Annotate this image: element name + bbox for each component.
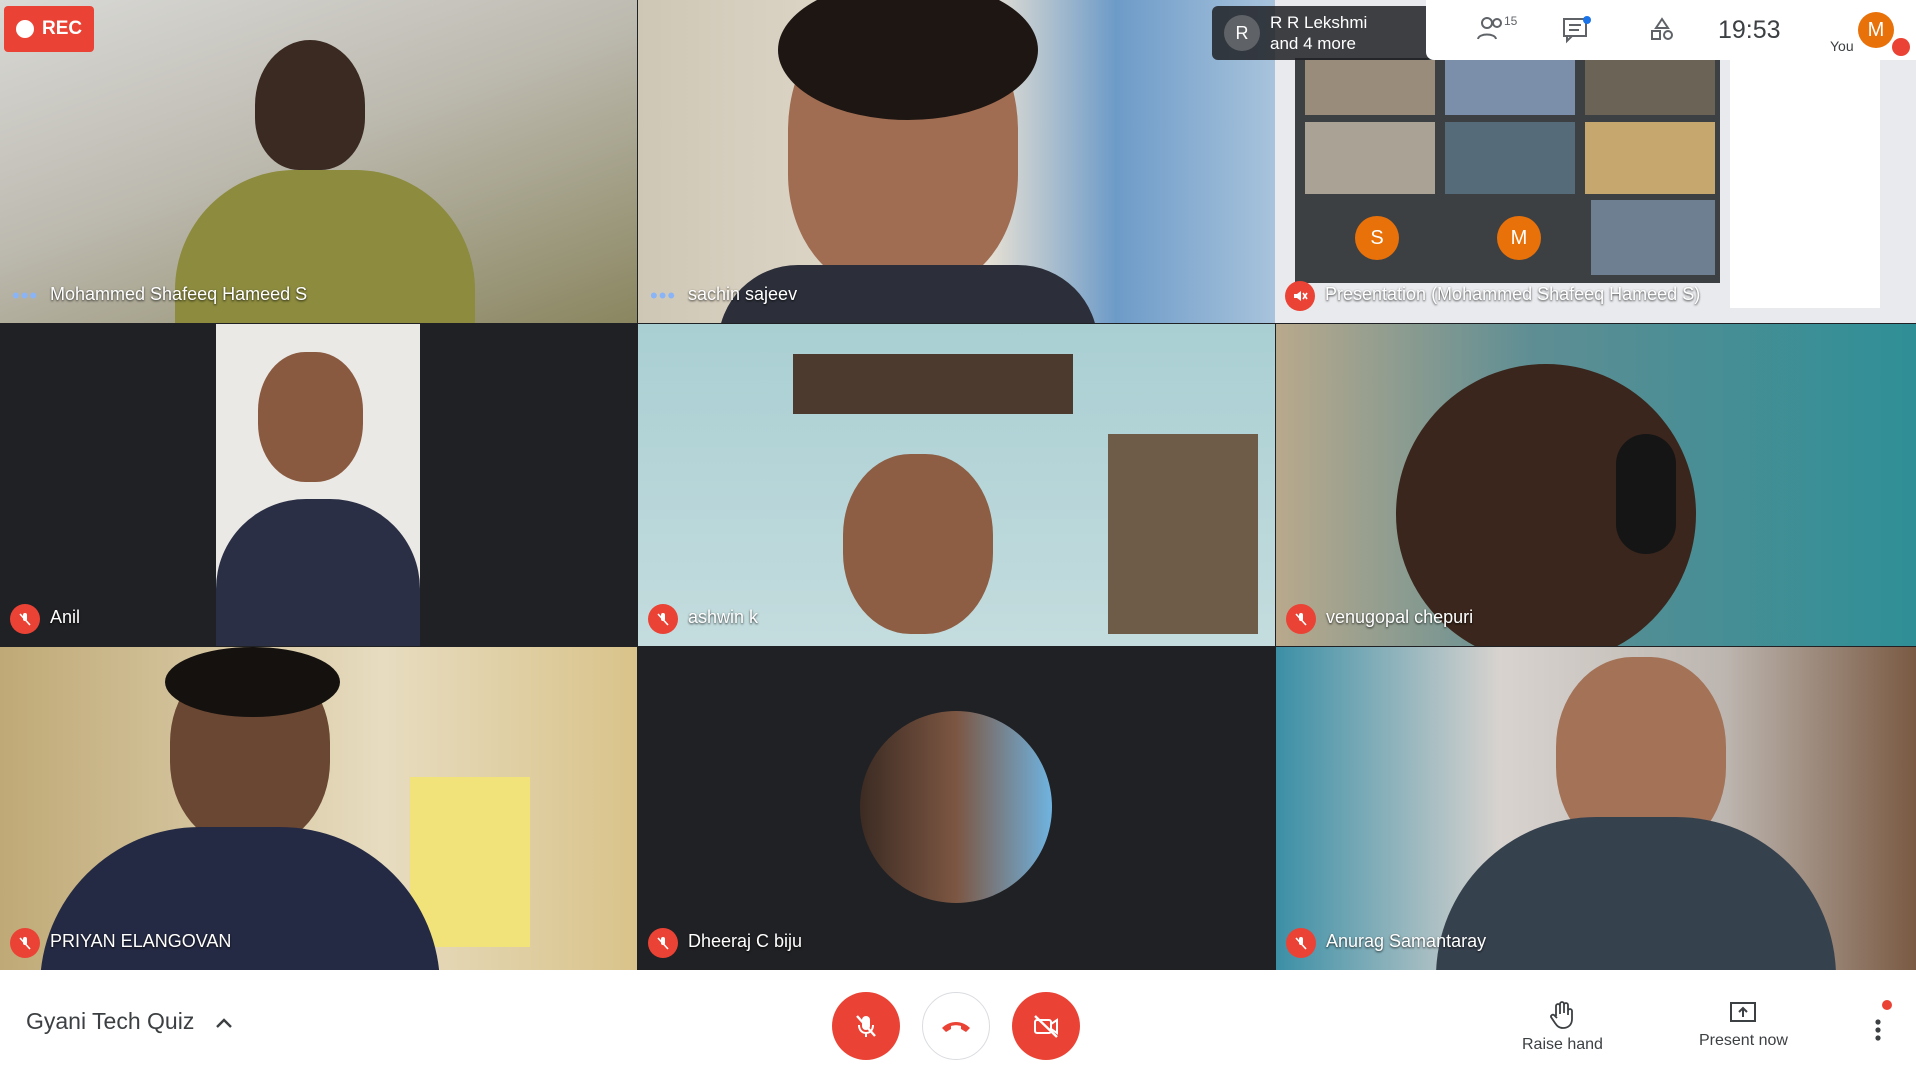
activities-icon [1651, 17, 1673, 40]
meeting-details-button[interactable]: Gyani Tech Quiz [26, 1008, 233, 1035]
chat-button[interactable] [1561, 16, 1591, 49]
presentation-thumb [1305, 122, 1435, 194]
speaking-indicator-icon: ••• [650, 283, 677, 308]
activities-button[interactable] [1648, 16, 1676, 49]
self-avatar[interactable]: M [1858, 12, 1894, 48]
participant-video [843, 454, 993, 634]
others-avatar: R [1224, 15, 1260, 51]
headphones [1616, 434, 1676, 554]
speaking-indicator-icon: ••• [12, 283, 39, 308]
participant-tile[interactable]: ashwin k [638, 324, 1275, 646]
self-mic-off-icon [1892, 38, 1910, 56]
raise-hand-icon [1550, 1001, 1574, 1029]
clock: 19:53 [1718, 16, 1781, 44]
participant-name: Dheeraj C biju [688, 931, 803, 951]
participant-tile[interactable]: ••• sachin sajeev [638, 0, 1275, 323]
people-icon [1477, 17, 1502, 40]
participant-video-face [258, 352, 363, 482]
mic-toggle-button[interactable] [832, 992, 900, 1060]
meeting-title: Gyani Tech Quiz [26, 1008, 195, 1034]
recording-label: REC [42, 18, 83, 39]
presentation-people-panel [1730, 58, 1880, 308]
participant-name: sachin sajeev [688, 284, 798, 304]
participant-video-body [1436, 817, 1836, 970]
raise-hand-label: Raise hand [1522, 1036, 1603, 1053]
presentation-avatar: S [1355, 216, 1399, 260]
mic-off-icon [10, 928, 40, 958]
participant-name: Anil [50, 607, 81, 627]
top-info-bar: 15 19:53 M You [1426, 0, 1916, 60]
mic-off-icon [1286, 604, 1316, 634]
video-grid: REC ••• Mohammed Shafeeq Hameed S ••• sa… [0, 0, 1916, 970]
people-count: 15 [1504, 14, 1518, 28]
others-more: and 4 more [1270, 34, 1356, 53]
participant-name: ashwin k [688, 607, 759, 627]
mic-off-icon [856, 1015, 876, 1037]
background-shelf [1108, 434, 1258, 634]
mic-off-icon [1286, 928, 1316, 958]
presentation-thumb [1445, 60, 1575, 115]
hang-up-icon [942, 1022, 970, 1032]
present-now-button[interactable]: Present now [1699, 1000, 1788, 1050]
participant-tile[interactable]: PRIYAN ELANGOVAN [0, 647, 637, 970]
participant-name: Presentation (Mohammed Shafeeq Hameed S) [1325, 284, 1701, 304]
presentation-thumb [1591, 200, 1715, 275]
participant-tile[interactable]: Anil [0, 324, 637, 646]
more-vert-icon [1875, 1019, 1881, 1041]
camera-toggle-button[interactable] [1012, 992, 1080, 1060]
present-icon [1730, 1002, 1757, 1022]
participant-tile[interactable]: Dheeraj C biju [638, 647, 1275, 970]
sticky-notes [410, 777, 530, 947]
chat-icon [1563, 16, 1591, 44]
others-name: R R Lekshmi [1270, 13, 1368, 32]
participant-tile[interactable]: REC ••• Mohammed Shafeeq Hameed S [0, 0, 637, 323]
participant-tile[interactable]: venugopal chepuri [1276, 324, 1916, 646]
background-window [793, 354, 1073, 414]
participant-name: Mohammed Shafeeq Hameed S [50, 284, 308, 304]
notification-dot-icon [1882, 1000, 1892, 1010]
participant-avatar-photo [860, 711, 1052, 903]
record-dot-icon [16, 20, 34, 38]
participant-video-body [216, 499, 420, 646]
speaker-muted-icon [1285, 281, 1315, 311]
leave-call-button[interactable] [922, 992, 990, 1060]
presentation-thumb [1585, 122, 1715, 194]
participant-video [255, 40, 365, 170]
presentation-thumb [1305, 60, 1435, 115]
present-now-label: Present now [1699, 1032, 1788, 1049]
presentation-thumb [1585, 60, 1715, 115]
mic-off-icon [648, 928, 678, 958]
self-label: You [1830, 38, 1854, 54]
presentation-avatar: M [1497, 216, 1541, 260]
raise-hand-button[interactable]: Raise hand [1522, 1000, 1603, 1054]
participant-name: Anurag Samantaray [1326, 931, 1487, 951]
people-button[interactable]: 15 [1476, 14, 1517, 42]
participant-name: venugopal chepuri [1326, 607, 1474, 627]
recording-badge: REC [4, 6, 94, 52]
participant-name: PRIYAN ELANGOVAN [50, 931, 232, 951]
presentation-thumb [1445, 122, 1575, 194]
participant-hair [165, 647, 340, 717]
participant-tile[interactable]: Anurag Samantaray [1276, 647, 1916, 970]
chevron-up-icon [215, 1018, 232, 1028]
more-options-button[interactable] [1868, 1000, 1892, 1050]
others-chip[interactable]: R R R Lekshmi and 4 more [1212, 6, 1432, 60]
camera-off-icon [1034, 1015, 1058, 1038]
mic-off-icon [648, 604, 678, 634]
mic-off-icon [10, 604, 40, 634]
bottom-control-bar: Gyani Tech Quiz Raise hand Present now [0, 970, 1916, 1080]
